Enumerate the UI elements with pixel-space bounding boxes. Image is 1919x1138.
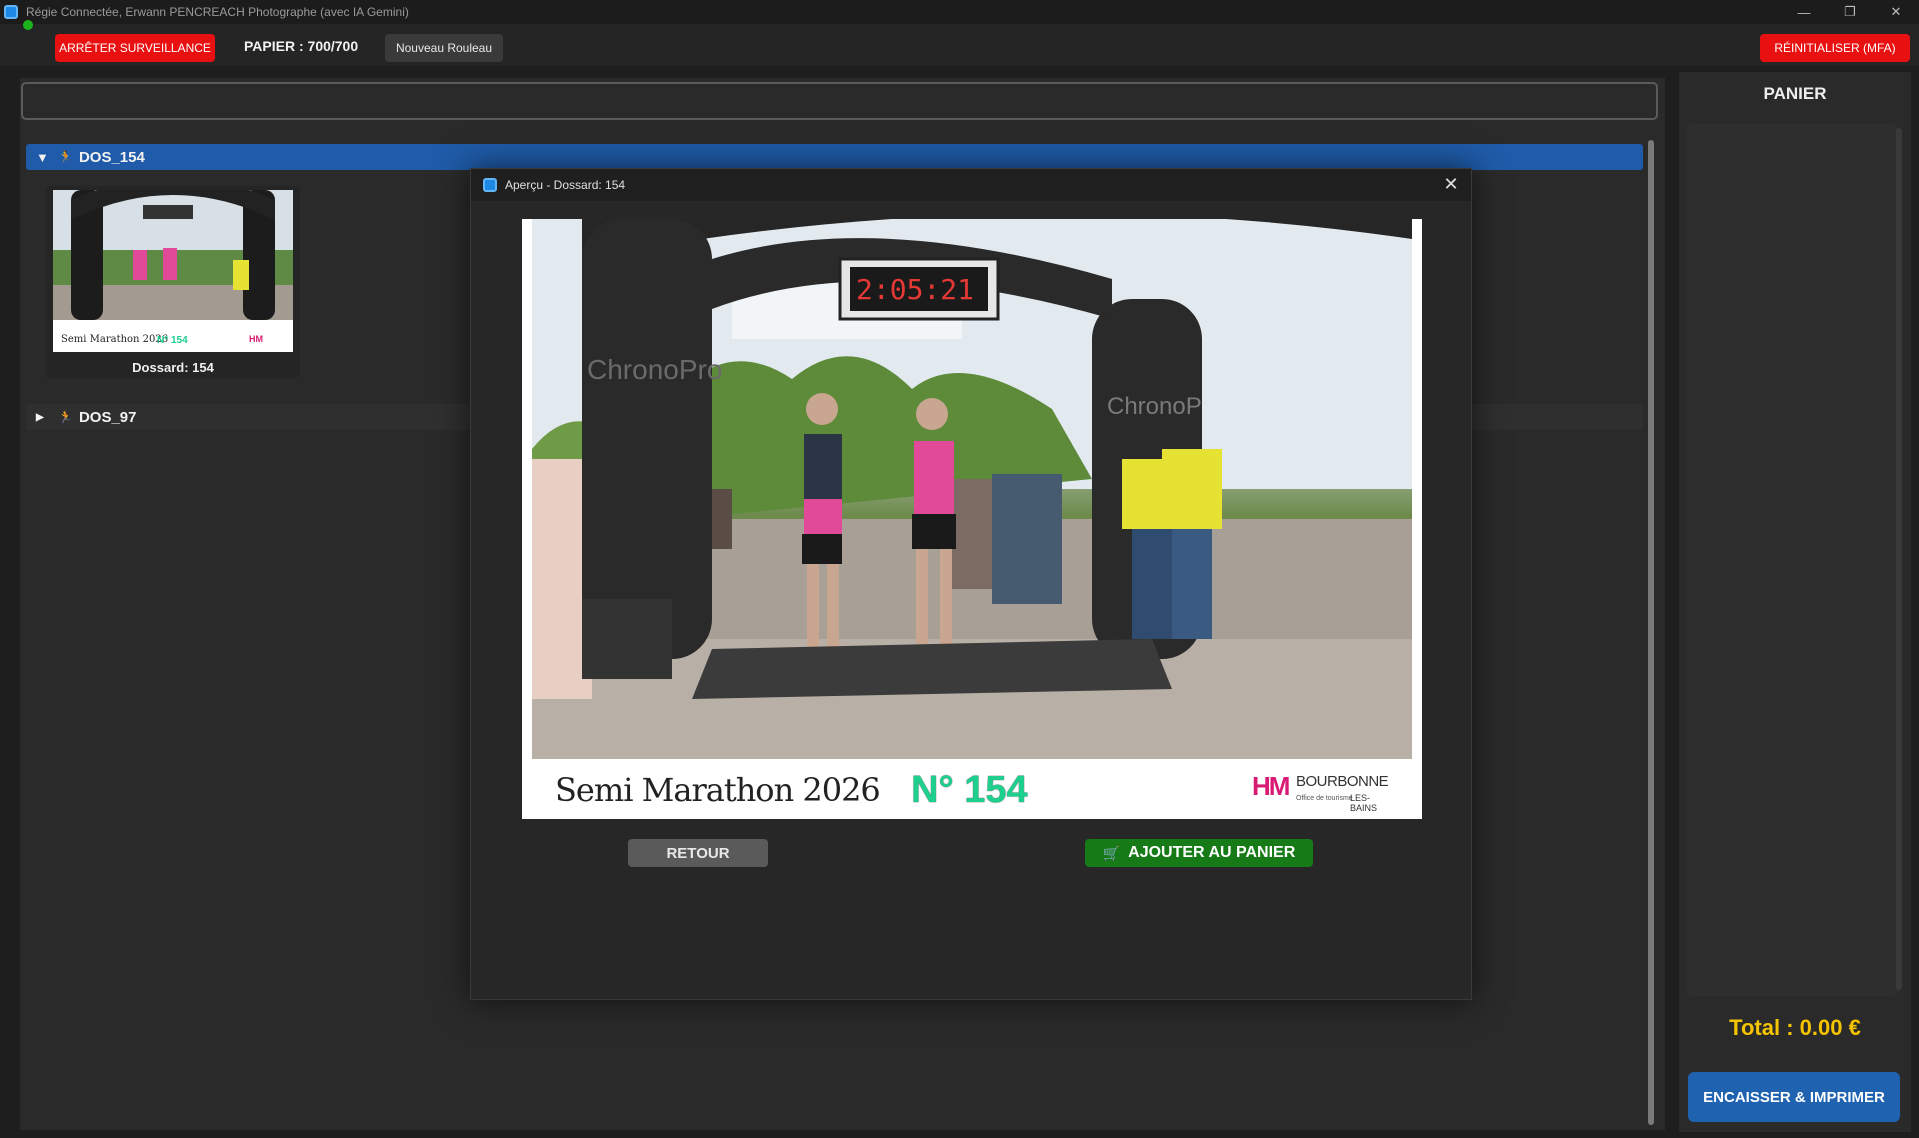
- new-roll-button[interactable]: Nouveau Rouleau: [385, 34, 503, 62]
- logo-subtitle-2: LES-BAINS: [1350, 793, 1378, 813]
- svg-text:ChronoPro: ChronoPro: [587, 354, 722, 385]
- checkout-print-button[interactable]: ENCAISSER & IMPRIMER: [1688, 1072, 1900, 1122]
- cart-total: Total : 0.00 €: [1729, 1015, 1861, 1040]
- add-to-cart-button[interactable]: 🛒 AJOUTER AU PANIER: [1085, 839, 1313, 867]
- close-icon[interactable]: ✕: [1441, 174, 1461, 195]
- thumbnail-caption: Dossard: 154: [132, 360, 214, 375]
- dialog-title: Aperçu - Dossard: 154: [505, 178, 626, 192]
- bib-number: N° 154: [911, 769, 1028, 811]
- runner-icon: 🏃: [58, 410, 73, 424]
- svg-text:ChronoP: ChronoP: [1107, 393, 1202, 420]
- group-label: DOS_97: [78, 408, 137, 426]
- window-close-icon[interactable]: ✕: [1873, 0, 1919, 24]
- svg-text:2:05:21: 2:05:21: [856, 273, 974, 306]
- cart-icon: 🛒: [1102, 844, 1121, 861]
- add-to-cart-label: AJOUTER AU PANIER: [1128, 844, 1296, 861]
- svg-text:N° 154: N° 154: [157, 335, 188, 346]
- search-input[interactable]: [21, 82, 1658, 120]
- reset-mfa-button[interactable]: RÉINITIALISER (MFA): [1760, 34, 1910, 62]
- logo-name: BOURBONNE: [1296, 773, 1389, 790]
- chevron-down-icon: ▼: [36, 149, 49, 165]
- group-header-dos-154[interactable]: ▼ 🏃 DOS_154: [26, 144, 1643, 170]
- stop-monitoring-button[interactable]: ARRÊTER SURVEILLANCE: [55, 34, 215, 62]
- sponsor-logo: HM BOURBONNE Office de tourisme LES-BAIN…: [1252, 769, 1392, 813]
- svg-text:Semi Marathon 2026: Semi Marathon 2026: [61, 334, 168, 345]
- group-label: DOS_154: [78, 148, 145, 166]
- cart-title: PANIER: [1763, 84, 1827, 103]
- race-photo: ChronoPro ChronoP 2:05:21: [532, 219, 1412, 759]
- logo-subtitle: Office de tourisme: [1296, 795, 1353, 802]
- app-icon: [4, 5, 18, 19]
- photo-thumbnail-card[interactable]: Semi Marathon 2026 N° 154 HM Dossard: 15…: [46, 186, 300, 378]
- cart-items-list: [1686, 124, 1898, 996]
- restore-icon[interactable]: ❐: [1827, 0, 1873, 24]
- logo-mark: HM: [1252, 771, 1290, 801]
- svg-text:HM: HM: [249, 334, 263, 344]
- cart-scrollbar[interactable]: [1896, 128, 1902, 990]
- photo-caption-band: Semi Marathon 2026 N° 154 HM BOURBONNE O…: [522, 759, 1422, 819]
- minimize-icon[interactable]: —: [1781, 0, 1827, 24]
- preview-dialog: Aperçu - Dossard: 154 ✕ ChronoPro Chrono…: [470, 168, 1472, 1000]
- dialog-titlebar: Aperçu - Dossard: 154: [471, 169, 1471, 201]
- monitoring-status-indicator: [23, 20, 33, 30]
- gallery-scrollbar-thumb[interactable]: [1648, 140, 1654, 1125]
- preview-photo: ChronoPro ChronoP 2:05:21 Semi Marathon …: [522, 219, 1422, 819]
- photo-thumbnail[interactable]: Semi Marathon 2026 N° 154 HM: [53, 190, 293, 352]
- window-title: Régie Connectée, Erwann PENCREACH Photog…: [26, 5, 409, 19]
- back-button[interactable]: RETOUR: [628, 839, 768, 867]
- runner-icon: 🏃: [58, 150, 73, 164]
- app-icon: [483, 178, 497, 192]
- window-titlebar: Régie Connectée, Erwann PENCREACH Photog…: [0, 0, 1919, 24]
- paper-counter: PAPIER : 700/700: [244, 38, 359, 54]
- chevron-right-icon: ▶: [36, 411, 44, 423]
- event-name: Semi Marathon 2026: [555, 771, 881, 809]
